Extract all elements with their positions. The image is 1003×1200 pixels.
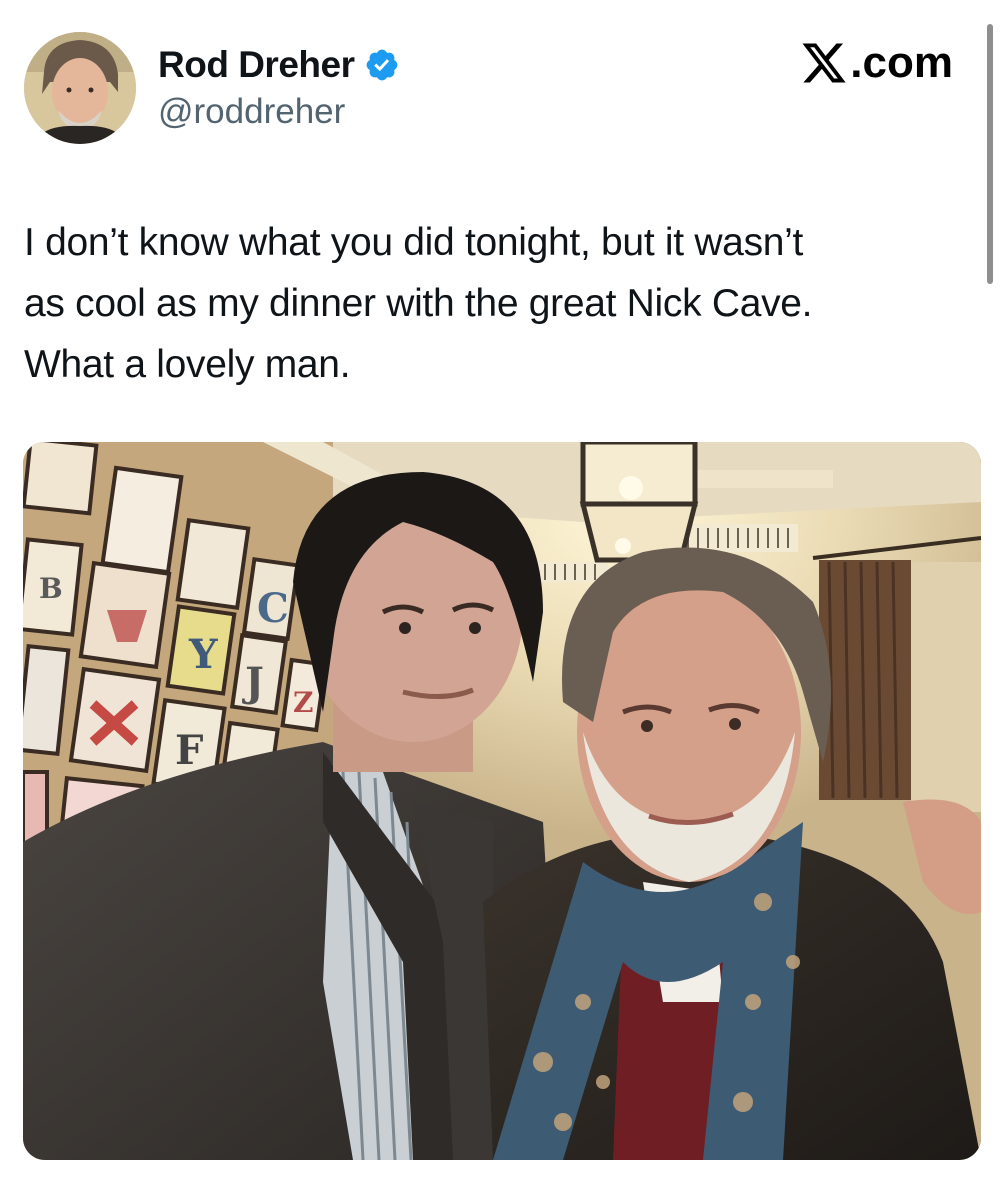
tweet-text-line: I don’t know what you did tonight, but i… xyxy=(24,221,804,264)
frame-letter: B xyxy=(39,572,63,605)
frame-letter: Z xyxy=(293,686,313,719)
verified-badge-icon xyxy=(364,47,400,83)
tweet-photo[interactable]: B C Y J Z F xyxy=(23,442,981,1160)
frame-letter: Y xyxy=(188,631,218,678)
frame-letter: J xyxy=(242,659,264,706)
brand-mark: .com xyxy=(800,38,953,88)
tweet-text-line: What a lovely man. xyxy=(24,343,351,386)
avatar-photo xyxy=(24,32,136,144)
photo-illustration: B C Y J Z F xyxy=(23,442,981,1160)
display-name[interactable]: Rod Dreher xyxy=(158,44,355,86)
tweet-text: I don’t know what you did tonight, but i… xyxy=(24,212,964,395)
frame-letter: F xyxy=(175,727,203,774)
x-logo-icon xyxy=(800,39,848,87)
frame-letter: C xyxy=(257,585,289,632)
tweet-text-line: as cool as my dinner with the great Nick… xyxy=(24,282,813,325)
scrollbar[interactable] xyxy=(987,24,993,284)
display-name-row[interactable]: Rod Dreher xyxy=(158,44,400,86)
avatar[interactable] xyxy=(24,32,136,144)
brand-label: .com xyxy=(850,38,953,87)
lantern xyxy=(579,442,699,563)
user-handle[interactable]: @roddreher xyxy=(158,92,345,132)
